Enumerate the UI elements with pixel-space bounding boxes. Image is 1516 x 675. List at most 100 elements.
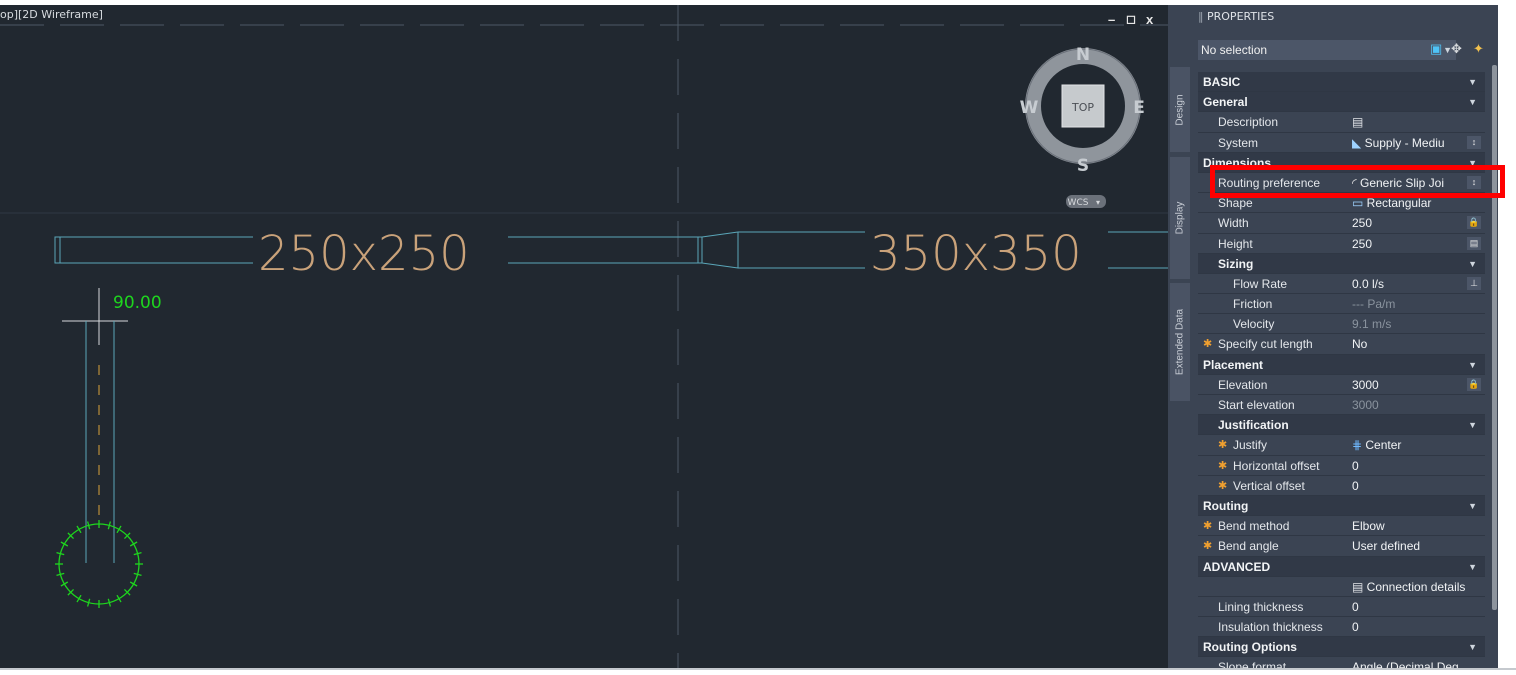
prop-value-wrap[interactable]: 0 xyxy=(1352,617,1359,637)
riser-duct[interactable] xyxy=(62,288,128,563)
grip-tick xyxy=(76,594,82,603)
section-placement[interactable]: Placement ▼ xyxy=(1198,354,1485,375)
prop-value-wrap[interactable]: User defined xyxy=(1352,536,1420,556)
chevron-down-icon[interactable]: ▼ xyxy=(1468,92,1477,112)
section-general[interactable]: General ▼ xyxy=(1198,92,1485,113)
prop-value-wrap[interactable]: ⋕ Center xyxy=(1352,435,1401,455)
prop-value-wrap[interactable]: 3000 xyxy=(1352,395,1379,415)
prop-row-description[interactable]: Description ▤ xyxy=(1198,112,1485,133)
property-action-button[interactable]: ↕ xyxy=(1467,135,1481,149)
prop-value-wrap[interactable]: ▤ Connection details xyxy=(1352,577,1465,597)
chevron-down-icon[interactable]: ▼ xyxy=(1468,415,1477,435)
prop-value-wrap[interactable]: Angle (Decimal Deg xyxy=(1352,657,1459,668)
chevron-down-icon[interactable]: ▼ xyxy=(1468,72,1477,92)
angle-readout: 90.00 xyxy=(113,293,162,313)
property-action-button[interactable]: ▤ xyxy=(1467,236,1481,250)
section-basic[interactable]: BASIC ▼ xyxy=(1198,72,1485,93)
prop-row-lining-thickness[interactable]: Lining thickness 0 xyxy=(1198,597,1485,618)
prop-value-wrap[interactable]: 3000 xyxy=(1352,375,1379,395)
prop-value-wrap[interactable]: ▤ xyxy=(1352,112,1363,132)
viewcube[interactable]: TOP N S W E WCS ▾ xyxy=(1018,38,1148,228)
prop-row-insulation-thickness[interactable]: Insulation thickness 0 xyxy=(1198,617,1485,638)
prop-label: Width xyxy=(1218,216,1249,231)
duct-transition[interactable] xyxy=(701,231,739,269)
modified-star-icon: ✱ xyxy=(1218,459,1228,472)
prop-value: 0.0 l/s xyxy=(1352,276,1385,291)
prop-label: Vertical offset xyxy=(1233,478,1305,493)
prop-value-wrap[interactable]: 0 xyxy=(1352,476,1359,496)
property-action-button[interactable]: ⊥ xyxy=(1467,276,1481,290)
prop-value-wrap[interactable]: ◣ Supply - Mediu xyxy=(1352,133,1445,153)
section-routing[interactable]: Routing ▼ xyxy=(1198,495,1485,517)
palette-scrollbar[interactable] xyxy=(1492,65,1497,610)
section-sizing[interactable]: Sizing ▼ xyxy=(1198,253,1485,274)
compass-west[interactable]: W xyxy=(1020,98,1039,118)
prop-value: Rectangular xyxy=(1366,196,1432,211)
grip-icon[interactable]: ‖ xyxy=(1198,10,1207,23)
prop-row-width[interactable]: Width 250 🔒 xyxy=(1198,213,1485,234)
chevron-down-icon[interactable]: ▼ xyxy=(1468,496,1477,516)
minimize-button[interactable]: – xyxy=(1108,12,1115,27)
tab-extended-data[interactable]: Extended Data xyxy=(1170,283,1190,401)
prop-row-connection-details[interactable]: ▤ Connection details xyxy=(1198,577,1485,597)
close-button[interactable]: x xyxy=(1146,12,1153,27)
prop-label: Elevation xyxy=(1218,377,1268,392)
selection-dropdown[interactable]: No selection ▼ xyxy=(1198,40,1456,60)
chevron-down-icon[interactable]: ▼ xyxy=(1468,637,1477,657)
restore-button[interactable]: ◻ xyxy=(1126,12,1136,26)
prop-row-system[interactable]: System ◣ Supply - Mediu ↕ xyxy=(1198,133,1485,153)
section-justification[interactable]: Justification ▼ xyxy=(1198,415,1485,436)
prop-value-wrap[interactable]: Elbow xyxy=(1352,516,1385,536)
quick-select-icon[interactable]: ✦ xyxy=(1473,41,1484,57)
prop-value: 9.1 m/s xyxy=(1352,317,1392,332)
select-objects-icon[interactable]: ✥ xyxy=(1451,41,1462,57)
drawing-canvas[interactable]: 250x250 350x350 90.00 xyxy=(0,5,1168,668)
prop-value-wrap[interactable]: 9.1 m/s xyxy=(1352,314,1391,334)
prop-value-wrap[interactable]: No xyxy=(1352,334,1367,354)
chevron-down-icon[interactable]: ▼ xyxy=(1468,557,1477,577)
prop-row-horizontal-offset[interactable]: Horizontal offset ✱ 0 xyxy=(1198,456,1485,476)
prop-row-bend-angle[interactable]: Bend angle ✱ User defined xyxy=(1198,536,1485,557)
modified-star-icon: ✱ xyxy=(1203,540,1213,553)
prop-value-wrap[interactable]: 250 xyxy=(1352,234,1372,254)
prop-row-bend-method[interactable]: Bend method ✱ Elbow xyxy=(1198,516,1485,537)
prop-row-flow-rate[interactable]: Flow Rate 0.0 l/s ⊥ xyxy=(1198,274,1485,295)
section-advanced[interactable]: ADVANCED ▼ xyxy=(1198,556,1485,577)
prop-value-wrap[interactable]: 0.0 l/s xyxy=(1352,274,1384,294)
chevron-down-icon[interactable]: ▼ xyxy=(1468,355,1477,375)
prop-row-start-elevation[interactable]: Start elevation 3000 xyxy=(1198,395,1485,416)
section-label: Placement xyxy=(1203,357,1264,372)
prop-row-justify[interactable]: Justify ✱ ⋕ Center xyxy=(1198,435,1485,456)
prop-row-slope-format[interactable]: Slope format Angle (Decimal Deg xyxy=(1198,657,1485,668)
compass-east[interactable]: E xyxy=(1133,98,1145,118)
prop-value: 0 xyxy=(1352,620,1359,635)
prop-value-wrap[interactable]: 250 xyxy=(1352,213,1372,233)
prop-value-wrap[interactable]: --- Pa/m xyxy=(1352,294,1395,314)
prop-value: 0 xyxy=(1352,458,1359,473)
tab-design[interactable]: Design xyxy=(1170,67,1190,152)
compass-north[interactable]: N xyxy=(1076,45,1090,65)
tab-display[interactable]: Display xyxy=(1170,157,1190,279)
prop-row-friction[interactable]: Friction --- Pa/m xyxy=(1198,294,1485,315)
rotation-grip-circle[interactable] xyxy=(55,520,143,608)
prop-row-specify-cut-length[interactable]: Specify cut length ✱ No xyxy=(1198,334,1485,355)
prop-label: Justify xyxy=(1233,438,1268,453)
viewport-label[interactable]: op][2D Wireframe] xyxy=(0,8,103,21)
palette-title[interactable]: ‖ PROPERTIES xyxy=(1198,10,1274,23)
prop-row-elevation[interactable]: Elevation 3000 🔒 xyxy=(1198,375,1485,395)
palette-title-text: PROPERTIES xyxy=(1207,10,1275,23)
drawing-viewport[interactable]: 250x250 350x350 90.00 TOP N S W E WCS ▾ … xyxy=(0,5,1168,668)
toggle-pickadd-icon[interactable]: ▣ xyxy=(1430,41,1442,57)
prop-row-vertical-offset[interactable]: Vertical offset ✱ 0 xyxy=(1198,476,1485,496)
prop-row-height[interactable]: Height 250 ▤ xyxy=(1198,234,1485,254)
modified-star-icon: ✱ xyxy=(1203,338,1213,351)
prop-row-velocity[interactable]: Velocity 9.1 m/s xyxy=(1198,314,1485,335)
prop-value-wrap[interactable]: 0 xyxy=(1352,456,1359,476)
section-routing-options[interactable]: Routing Options ▼ xyxy=(1198,637,1485,658)
property-action-button[interactable]: 🔒 xyxy=(1467,377,1481,391)
compass-south[interactable]: S xyxy=(1077,156,1089,176)
prop-value-wrap[interactable]: 0 xyxy=(1352,597,1359,617)
property-action-button[interactable]: 🔒 xyxy=(1467,216,1481,230)
prop-label: Start elevation xyxy=(1218,398,1295,412)
chevron-down-icon[interactable]: ▼ xyxy=(1468,254,1477,274)
